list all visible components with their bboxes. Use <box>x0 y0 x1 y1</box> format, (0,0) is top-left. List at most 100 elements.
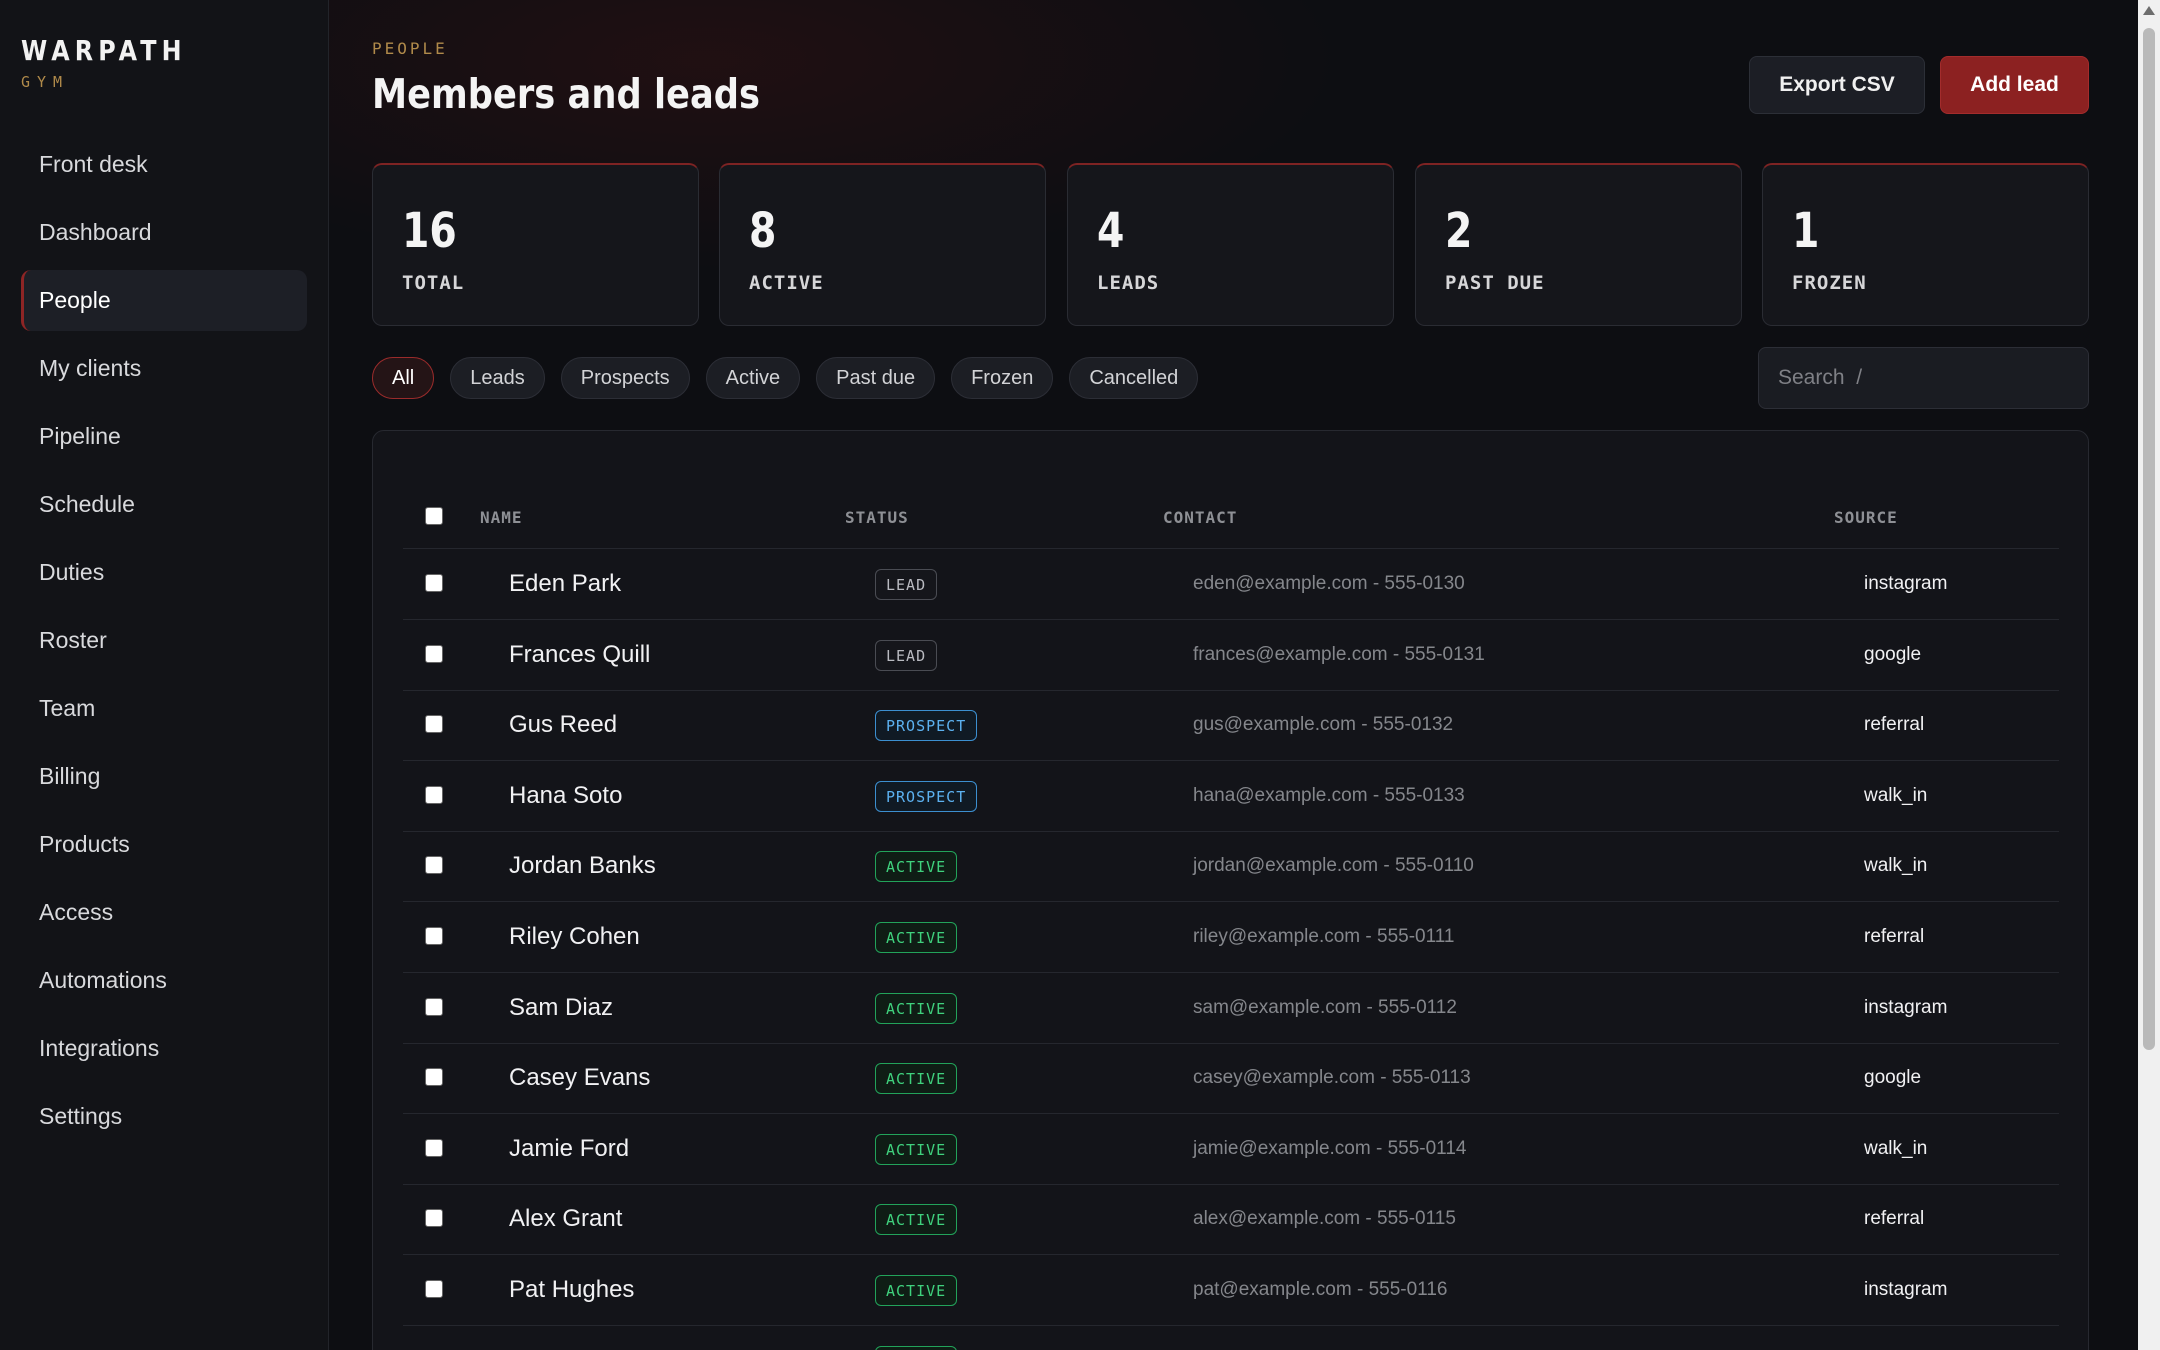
status-badge: ACTIVE <box>875 993 958 1024</box>
page-title: Members and leads <box>372 70 760 118</box>
sidebar-item-automations[interactable]: Automations <box>21 950 307 1011</box>
row-checkbox[interactable] <box>425 1209 443 1227</box>
member-contact: sam@example.com - 555-0112 <box>1193 997 1457 1018</box>
table-row[interactable]: Jamie Ford ACTIVE jamie@example.com - 555-… <box>403 1114 2059 1185</box>
table-row[interactable]: Jordan Banks ACTIVE jordan@example.com - 5… <box>403 831 2059 902</box>
member-name[interactable]: Riley Cohen <box>509 923 640 951</box>
table-row[interactable]: Eden Park LEAD eden@example.com - 555-0130… <box>403 549 2059 620</box>
status-badge: LEAD <box>875 569 938 600</box>
filter-chip-leads[interactable]: Leads <box>450 357 545 399</box>
member-name[interactable]: Eden Park <box>509 570 621 598</box>
member-source: google <box>1864 1067 1922 1088</box>
add-lead-button[interactable]: Add lead <box>1940 56 2089 114</box>
people-table: NAME STATUS CONTACT SOURCE Eden Park LEAD… <box>372 430 2089 1350</box>
sidebar-item-duties[interactable]: Duties <box>21 542 307 603</box>
member-source: walk_in <box>1864 855 1928 876</box>
main-content: PEOPLE Members and leads Export CSV Add … <box>329 0 2132 1350</box>
search-input[interactable] <box>1758 347 2089 409</box>
filter-chip-frozen[interactable]: Frozen <box>951 357 1054 399</box>
member-source: instagram <box>1864 997 1948 1018</box>
member-contact: pat@example.com - 555-0116 <box>1193 1279 1448 1300</box>
member-source: walk_in <box>1864 785 1928 806</box>
sidebar-nav: Front desk Dashboard People My clients Pipel… <box>21 134 307 1154</box>
table-row[interactable]: Alex Grant ACTIVE alex@example.com - 555-0… <box>403 1184 2059 1255</box>
member-name[interactable]: Sam Diaz <box>509 994 613 1022</box>
filter-chip-past-due[interactable]: Past due <box>816 357 936 399</box>
column-header-contact[interactable]: CONTACT <box>1163 508 1237 527</box>
table-row[interactable]: Casey Evans ACTIVE casey@example.com - 555… <box>403 1043 2059 1114</box>
row-checkbox[interactable] <box>425 1139 443 1157</box>
member-name[interactable]: Casey Evans <box>509 1064 650 1092</box>
sidebar-item-access[interactable]: Access <box>21 882 307 943</box>
brand-logo[interactable]: WARPATH GYM <box>21 34 216 91</box>
member-contact: casey@example.com - 555-0113 <box>1193 1067 1471 1088</box>
status-badge: PROSPECT <box>875 710 978 741</box>
table-row[interactable]: Sam Diaz ACTIVE sam@example.com - 555-0112… <box>403 973 2059 1044</box>
sidebar-item-billing[interactable]: Billing <box>21 746 307 807</box>
member-name[interactable]: Gus Reed <box>509 711 617 739</box>
member-source: instagram <box>1864 573 1948 594</box>
member-name[interactable]: Alex Grant <box>509 1205 622 1233</box>
status-badge: ACTIVE <box>875 1063 958 1094</box>
member-contact: jordan@example.com - 555-0110 <box>1193 855 1474 876</box>
table-row[interactable]: Pat Hughes ACTIVE pat@example.com - 555-01… <box>403 1255 2059 1326</box>
scroll-up-arrow-icon[interactable] <box>2143 6 2155 15</box>
filter-chip-prospects[interactable]: Prospects <box>560 357 690 399</box>
column-header-name[interactable]: NAME <box>480 508 523 527</box>
stat-value: 2 <box>1445 203 1473 259</box>
sidebar: WARPATH GYM Front desk Dashboard People My … <box>0 0 329 1350</box>
table-row[interactable]: Hana Soto PROSPECT hana@example.com - 555-… <box>403 761 2059 832</box>
member-contact: alex@example.com - 555-0115 <box>1193 1208 1456 1229</box>
member-name[interactable]: Frances Quill <box>509 641 650 669</box>
sidebar-item-pipeline[interactable]: Pipeline <box>21 406 307 467</box>
status-badge: ACTIVE <box>875 1134 958 1165</box>
filter-chip-active[interactable]: Active <box>705 357 801 399</box>
row-checkbox[interactable] <box>425 786 443 804</box>
scrollbar-thumb[interactable] <box>2143 28 2155 1050</box>
sidebar-item-settings[interactable]: Settings <box>21 1086 307 1147</box>
row-checkbox[interactable] <box>425 998 443 1016</box>
member-source: instagram <box>1864 1279 1948 1300</box>
export-csv-button[interactable]: Export CSV <box>1749 56 1925 114</box>
sidebar-item-front-desk[interactable]: Front desk <box>21 134 307 195</box>
sidebar-item-products[interactable]: Products <box>21 814 307 875</box>
status-badge: PROSPECT <box>875 781 978 812</box>
sidebar-item-roster[interactable]: Roster <box>21 610 307 671</box>
member-name[interactable]: Jordan Banks <box>509 852 656 880</box>
sidebar-item-integrations[interactable]: Integrations <box>21 1018 307 1079</box>
row-checkbox[interactable] <box>425 1280 443 1298</box>
column-header-status[interactable]: STATUS <box>845 508 909 527</box>
row-checkbox[interactable] <box>425 1068 443 1086</box>
member-name[interactable]: Pat Hughes <box>509 1276 634 1304</box>
table-row[interactable]: Frances Quill LEAD frances@example.com - 5… <box>403 620 2059 691</box>
table-row[interactable]: Lee IrwinACTIVElee@example.com - 555-011… <box>403 1326 2059 1350</box>
sidebar-item-dashboard[interactable]: Dashboard <box>21 202 307 263</box>
sidebar-item-people[interactable]: People <box>21 270 307 331</box>
filter-chip-all[interactable]: All <box>372 357 435 399</box>
member-contact: hana@example.com - 555-0133 <box>1193 785 1465 806</box>
stat-label: PAST DUE <box>1445 272 1545 294</box>
member-name[interactable]: Hana Soto <box>509 782 622 810</box>
page-kicker: PEOPLE <box>372 39 448 58</box>
member-source: google <box>1864 644 1922 665</box>
stat-label: LEADS <box>1097 272 1160 294</box>
row-checkbox[interactable] <box>425 574 443 592</box>
row-checkbox[interactable] <box>425 715 443 733</box>
sidebar-item-schedule[interactable]: Schedule <box>21 474 307 535</box>
row-checkbox[interactable] <box>425 856 443 874</box>
row-checkbox[interactable] <box>425 645 443 663</box>
member-name[interactable]: Jamie Ford <box>509 1135 629 1163</box>
stat-value: 16 <box>402 203 457 259</box>
table-row[interactable]: Gus Reed PROSPECT gus@example.com - 555-01… <box>403 690 2059 761</box>
filter-chip-cancelled[interactable]: Cancelled <box>1069 357 1199 399</box>
sidebar-item-my-clients[interactable]: My clients <box>21 338 307 399</box>
column-header-source[interactable]: SOURCE <box>1834 508 1898 527</box>
sidebar-item-team[interactable]: Team <box>21 678 307 739</box>
member-source: referral <box>1864 1208 1925 1229</box>
stat-card-frozen: 1 FROZEN <box>1762 163 2089 326</box>
page-scrollbar[interactable] <box>2138 0 2160 1350</box>
select-all-checkbox[interactable] <box>425 507 443 525</box>
row-checkbox[interactable] <box>425 927 443 945</box>
table-row[interactable]: Riley Cohen ACTIVE riley@example.com - 555… <box>403 902 2059 973</box>
status-badge: ACTIVE <box>875 1275 958 1306</box>
